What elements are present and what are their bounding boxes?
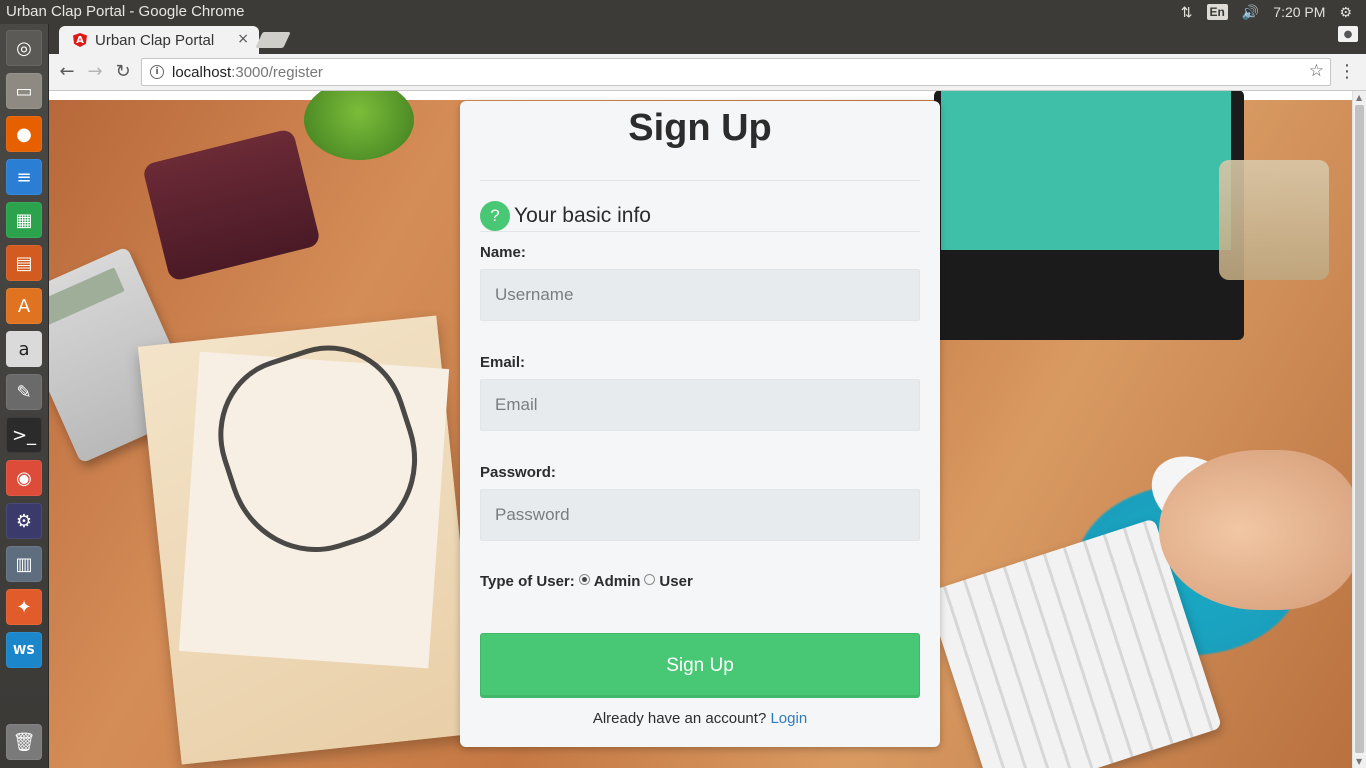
tools-icon[interactable]: ✦ [6,589,42,625]
profile-icon[interactable]: ● [1338,26,1358,42]
clock[interactable]: 7:20 PM [1273,4,1325,20]
terminal-icon[interactable]: >_ [6,417,42,453]
section-header: ? Your basic info [480,201,651,231]
user-radio[interactable] [644,574,656,585]
keyboard-layout-label: En [1206,4,1228,20]
ws-icon[interactable]: WS [6,632,42,668]
divider [480,231,920,232]
amazon-icon[interactable]: a [6,331,42,367]
calculator-screen [49,267,125,330]
files-icon[interactable]: ▭ [6,73,42,109]
url-text[interactable]: localhost:3000/register [172,64,323,81]
vertical-scrollbar[interactable]: ▲ ▼ [1352,91,1366,768]
scroll-up-arrow-icon[interactable]: ▲ [1356,93,1362,102]
keyboard-layout-indicator[interactable]: En [1206,4,1228,20]
info-icon[interactable]: i [150,65,164,79]
settings-icon[interactable]: ✎ [6,374,42,410]
url-path: :3000/register [231,63,323,81]
page-viewport: Sign Up ? Your basic info Name: Email: P… [49,91,1352,768]
ubuntu-dash-icon[interactable]: ◎ [6,30,42,66]
password-input[interactable] [480,489,920,541]
sign-up-button[interactable]: Sign Up [480,633,920,698]
angular-favicon-icon: A [73,33,87,47]
user-radio-label[interactable]: User [659,573,692,590]
writer-icon[interactable]: ≡ [6,159,42,195]
bookmark-star-icon[interactable]: ☆ [1309,61,1324,81]
impress-icon[interactable]: ▤ [6,245,42,281]
address-bar[interactable]: i localhost:3000/register ☆ [141,58,1331,86]
wallet-image [141,128,322,282]
eclipse-icon[interactable]: ⚙ [6,503,42,539]
name-label: Name: [480,244,526,261]
system-monitor-icon[interactable]: ▥ [6,546,42,582]
plant-image [304,91,414,160]
user-type-group: Type of User: Admin User [480,573,693,590]
tab-urban-clap[interactable]: A Urban Clap Portal × [59,26,259,54]
scroll-down-arrow-icon[interactable]: ▼ [1356,757,1362,766]
user-type-label: Type of User: [480,573,575,590]
login-link[interactable]: Login [770,710,807,727]
monitor-screen-image [941,91,1231,250]
page-title: Sign Up [628,107,772,149]
divider [480,180,920,181]
admin-radio-label[interactable]: Admin [594,573,641,590]
login-prompt-text: Already have an account? [592,710,767,727]
forward-arrow-icon[interactable]: → [83,61,107,82]
trash-icon[interactable]: 🗑 [6,724,42,760]
reload-icon[interactable]: ↻ [111,61,135,82]
hand-image [1159,450,1352,610]
system-tray: ⇅ En 🔊 7:20 PM ⚙ [1181,0,1366,24]
firefox-icon[interactable]: ● [6,116,42,152]
close-tab-icon[interactable]: × [237,31,249,47]
browser-toolbar: ← → ↻ i localhost:3000/register ☆ ⋮ [49,54,1366,91]
software-center-icon[interactable]: A [6,288,42,324]
window-title: Urban Clap Portal - Google Chrome [6,3,245,20]
admin-radio[interactable] [578,574,590,585]
browser-tab-bar: A Urban Clap Portal × ● [49,24,1366,54]
pen-cup-image [1219,160,1329,280]
email-label: Email: [480,354,526,371]
url-host: localhost [172,63,232,81]
volume-icon[interactable]: 🔊 [1242,4,1259,21]
system-top-bar: Urban Clap Portal - Google Chrome ⇅ En 🔊… [0,0,1366,24]
back-arrow-icon[interactable]: ← [55,61,79,82]
scrollbar-thumb[interactable] [1355,105,1364,753]
app-launcher: ◎ ▭ ● ≡ ▦ ▤ A a ✎ >_ ◉ ⚙ ▥ ✦ WS 🗑 [0,24,49,768]
section-title: Your basic info [514,204,651,227]
question-icon: ? [480,201,510,231]
password-label: Password: [480,464,556,481]
new-tab-button[interactable] [255,32,291,48]
username-input[interactable] [480,269,920,321]
tab-title: Urban Clap Portal [95,31,215,49]
calc-icon[interactable]: ▦ [6,202,42,238]
email-input[interactable] [480,379,920,431]
login-prompt: Already have an account? Login [460,710,940,727]
chrome-icon[interactable]: ◉ [6,460,42,496]
menu-dots-icon[interactable]: ⋮ [1338,61,1356,82]
signup-card: Sign Up ? Your basic info Name: Email: P… [460,101,940,747]
gear-icon[interactable]: ⚙ [1339,4,1352,21]
network-icon[interactable]: ⇅ [1181,4,1193,21]
